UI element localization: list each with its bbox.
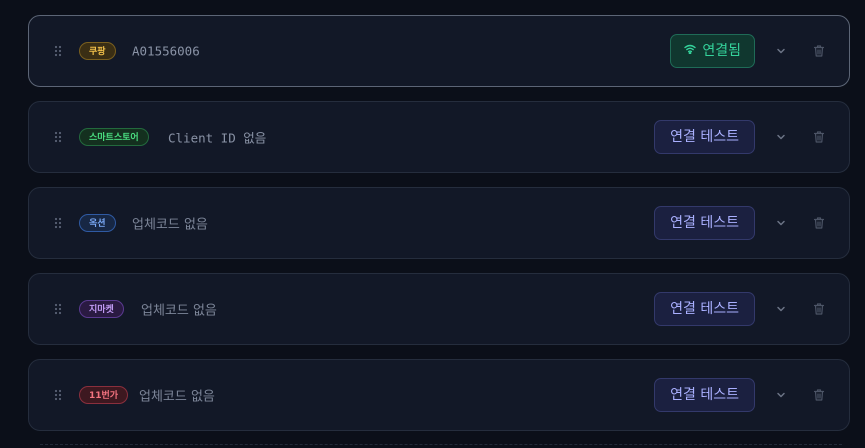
trash-icon[interactable] — [812, 44, 826, 58]
drag-handle-icon[interactable] — [54, 303, 62, 315]
wifi-icon — [684, 34, 697, 66]
marketplace-row-smartstore: 스마트스토어 Client ID 없음 연결 테스트 — [28, 101, 850, 173]
trash-icon[interactable] — [812, 130, 826, 144]
marketplace-badge: 스마트스토어 — [79, 128, 149, 146]
chevron-down-icon[interactable] — [775, 217, 787, 229]
marketplace-badge: 11번가 — [79, 386, 129, 404]
vendor-id: 업체코드 없음 — [141, 303, 217, 319]
trash-icon[interactable] — [812, 388, 826, 402]
drag-handle-icon[interactable] — [54, 389, 62, 401]
vendor-id: Client ID 없음 — [168, 130, 267, 146]
marketplace-badge: 지마켓 — [79, 300, 124, 318]
connection-status-button[interactable]: 연결됨 — [670, 34, 755, 68]
connection-test-button[interactable]: 연결 테스트 — [654, 378, 755, 412]
marketplace-list: 쿠팡 A01556006 연결됨 스마트스토어 Client ID 없음 연결 … — [28, 15, 850, 445]
trash-icon[interactable] — [812, 302, 826, 316]
drag-handle-icon[interactable] — [54, 45, 62, 57]
drag-handle-icon[interactable] — [54, 131, 62, 143]
marketplace-badge: 쿠팡 — [79, 42, 116, 60]
chevron-down-icon[interactable] — [775, 131, 787, 143]
marketplace-row-gmarket: 지마켓 업체코드 없음 연결 테스트 — [28, 273, 850, 345]
trash-icon[interactable] — [812, 216, 826, 230]
vendor-id: A01556006 — [132, 43, 200, 59]
list-divider — [40, 444, 842, 447]
marketplace-row-11st: 11번가 업체코드 없음 연결 테스트 — [28, 359, 850, 431]
marketplace-badge: 옥션 — [79, 214, 116, 232]
connection-test-button[interactable]: 연결 테스트 — [654, 292, 755, 326]
drag-handle-icon[interactable] — [54, 217, 62, 229]
connection-status-label: 연결됨 — [702, 43, 741, 59]
chevron-down-icon[interactable] — [775, 389, 787, 401]
marketplace-row-coupang: 쿠팡 A01556006 연결됨 — [28, 15, 850, 87]
chevron-down-icon[interactable] — [775, 303, 787, 315]
vendor-id: 업체코드 없음 — [139, 389, 215, 405]
connection-test-button[interactable]: 연결 테스트 — [654, 120, 755, 154]
connection-test-button[interactable]: 연결 테스트 — [654, 206, 755, 240]
marketplace-row-auction: 옥션 업체코드 없음 연결 테스트 — [28, 187, 850, 259]
chevron-down-icon[interactable] — [775, 45, 787, 57]
vendor-id: 업체코드 없음 — [132, 217, 208, 233]
